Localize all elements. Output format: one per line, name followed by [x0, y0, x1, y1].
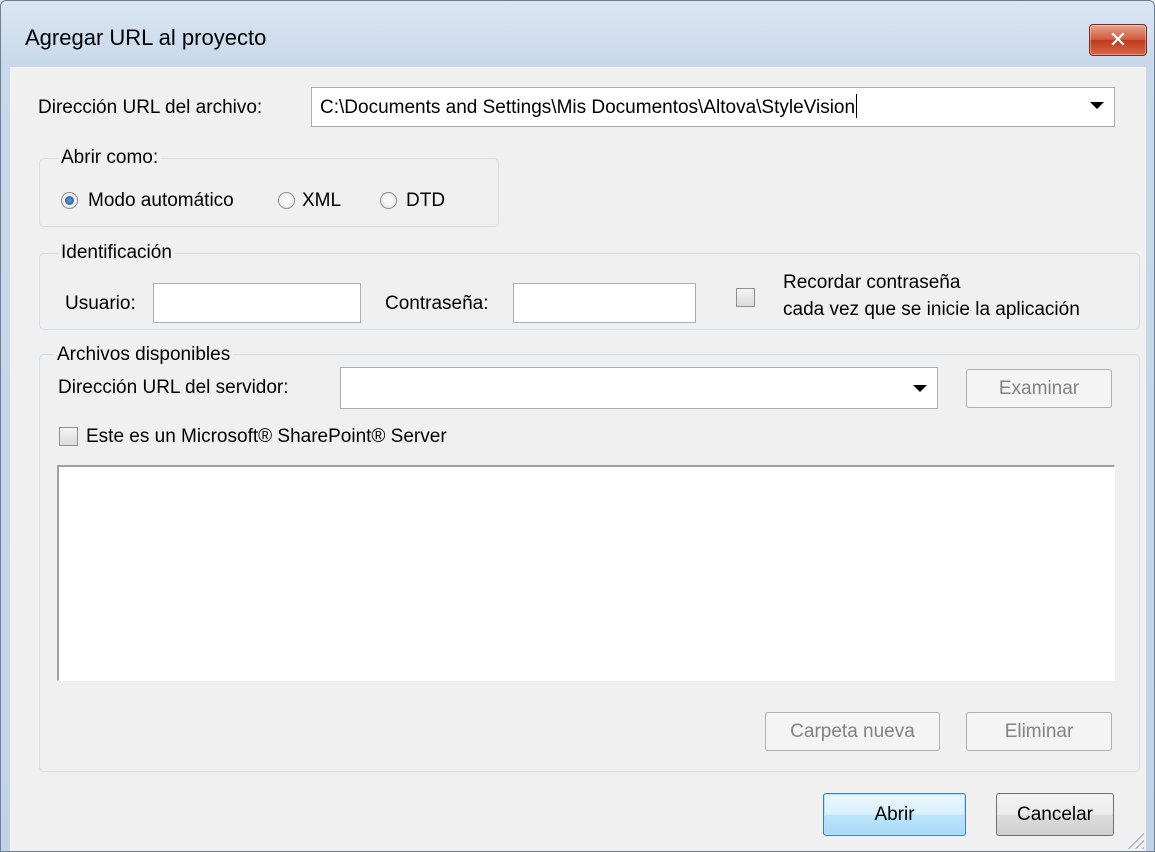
file-url-combobox[interactable]: C:\Documents and Settings\Mis Documentos…	[311, 87, 1115, 127]
resize-grip-icon[interactable]	[1126, 831, 1144, 849]
radio-dtd[interactable]	[380, 192, 397, 209]
close-icon: ✕	[1108, 27, 1128, 52]
radio-auto-mode[interactable]	[61, 192, 78, 209]
server-url-label: Dirección URL del servidor:	[58, 377, 289, 398]
file-url-label: Dirección URL del archivo:	[38, 97, 263, 118]
user-input[interactable]	[153, 283, 361, 323]
close-button[interactable]: ✕	[1089, 24, 1147, 56]
radio-dtd-label[interactable]: DTD	[406, 190, 445, 212]
sharepoint-checkbox[interactable]	[59, 427, 78, 446]
remember-password-label-line1[interactable]: Recordar contraseña	[783, 272, 960, 294]
identification-group-title: Identificación	[58, 242, 175, 264]
remember-password-label-line2[interactable]: cada vez que se inicie la aplicación	[783, 299, 1080, 321]
open-as-group-title: Abrir como:	[58, 147, 162, 169]
file-url-value: C:\Documents and Settings\Mis Documentos…	[320, 94, 858, 119]
cancel-button[interactable]: Cancelar	[996, 793, 1114, 836]
password-input[interactable]	[513, 283, 696, 323]
browse-button[interactable]: Examinar	[966, 369, 1112, 408]
chevron-down-icon[interactable]	[913, 385, 927, 392]
radio-xml[interactable]	[278, 192, 295, 209]
password-label: Contraseña:	[385, 293, 489, 314]
new-folder-button[interactable]: Carpeta nueva	[765, 712, 940, 751]
title-bar[interactable]: Agregar URL al proyecto ✕	[1, 1, 1154, 67]
radio-xml-label[interactable]: XML	[302, 190, 341, 212]
dialog-title: Agregar URL al proyecto	[25, 25, 267, 50]
chevron-down-icon[interactable]	[1090, 102, 1104, 109]
open-button[interactable]: Abrir	[823, 793, 966, 836]
user-label: Usuario:	[65, 293, 136, 314]
sharepoint-label[interactable]: Este es un Microsoft® SharePoint® Server	[86, 426, 447, 448]
remember-password-checkbox[interactable]	[736, 288, 755, 307]
dialog-body: Dirección URL del archivo: C:\Documents …	[10, 67, 1146, 851]
server-url-combobox[interactable]	[340, 367, 938, 409]
radio-auto-mode-label[interactable]: Modo automático	[88, 190, 234, 212]
available-files-group-title: Archivos disponibles	[54, 344, 234, 366]
delete-button[interactable]: Eliminar	[966, 712, 1112, 751]
file-list[interactable]	[57, 465, 1115, 681]
dialog-window: Agregar URL al proyecto ✕ Dirección URL …	[0, 0, 1155, 852]
